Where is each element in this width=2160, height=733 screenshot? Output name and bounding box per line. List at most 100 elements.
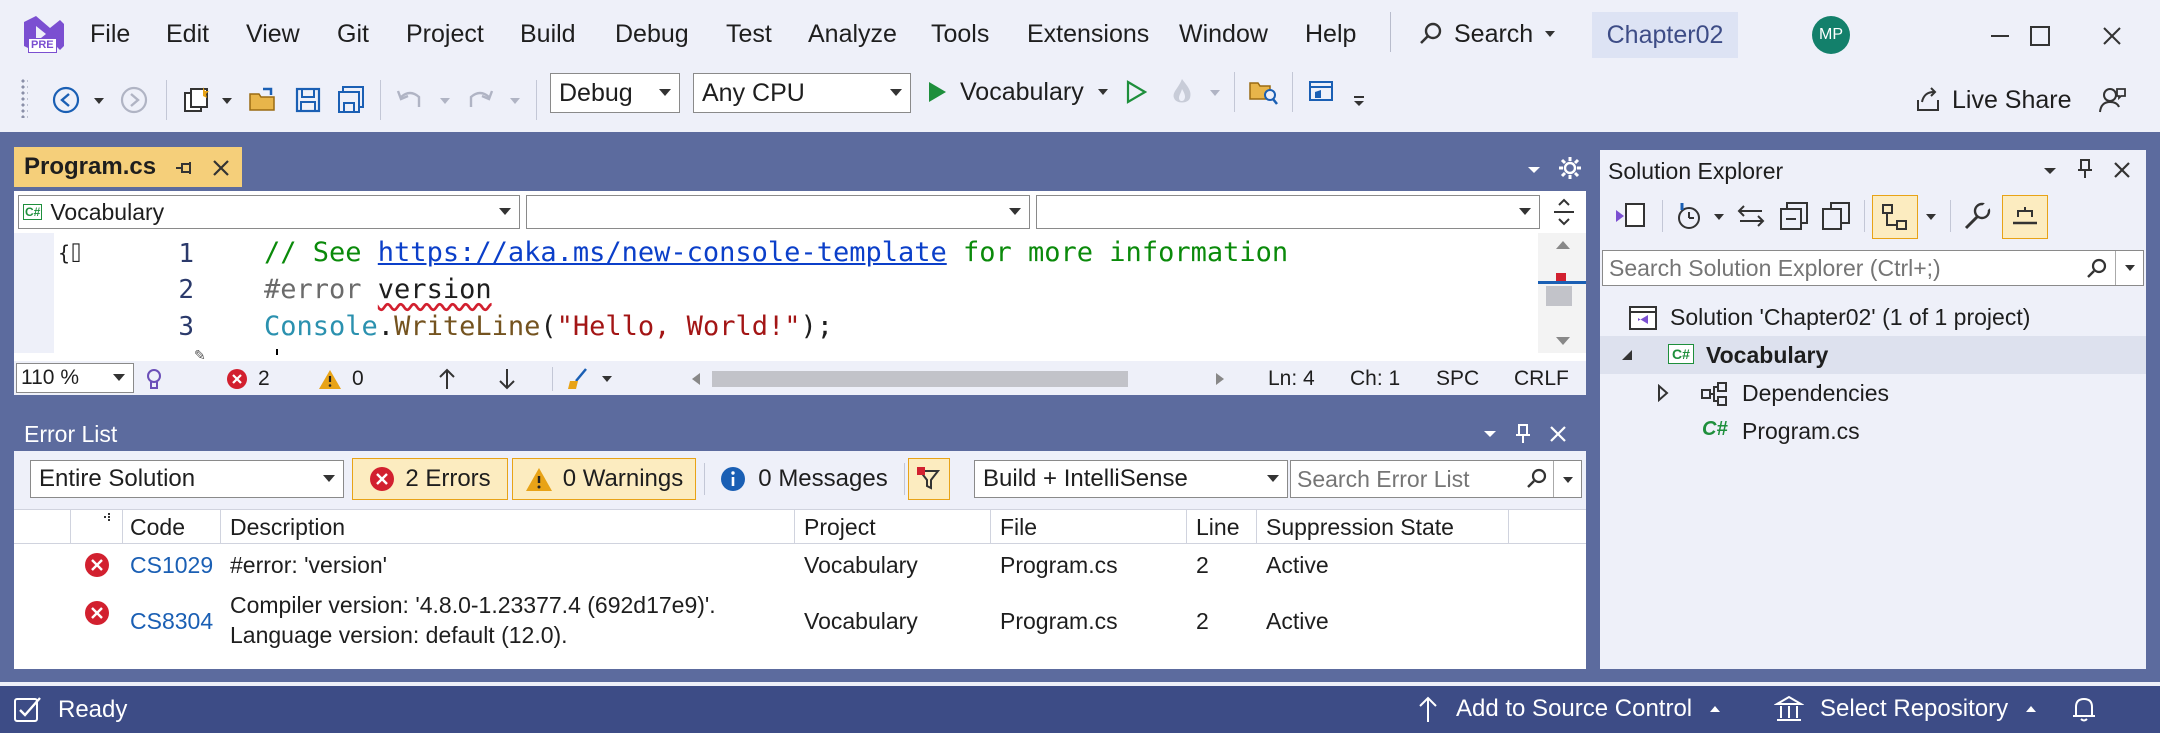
solution-search-box[interactable] xyxy=(1602,250,2144,286)
scroll-thumb[interactable] xyxy=(1546,286,1572,306)
scroll-left-icon[interactable] xyxy=(690,371,702,387)
menu-file[interactable]: File xyxy=(90,20,130,49)
member-nav-dropdown[interactable] xyxy=(1036,195,1540,229)
vertical-scrollbar[interactable] xyxy=(1538,233,1586,353)
scroll-up-icon[interactable] xyxy=(1554,239,1572,251)
expanded-arrow-icon[interactable] xyxy=(1620,348,1634,362)
chevron-down-icon[interactable] xyxy=(438,96,452,106)
menu-edit[interactable]: Edit xyxy=(166,20,209,49)
column-header-line[interactable]: Line xyxy=(1196,514,1239,541)
column-header-project[interactable]: Project xyxy=(804,514,876,541)
pin-icon[interactable] xyxy=(2076,158,2094,180)
configuration-dropdown[interactable]: Debug xyxy=(550,73,680,113)
menu-git[interactable]: Git xyxy=(337,20,369,49)
sync-with-active-document-icon[interactable] xyxy=(1736,202,1766,230)
line-indicator[interactable]: Ln: 4 xyxy=(1268,367,1315,391)
chevron-down-icon[interactable] xyxy=(508,96,522,106)
toolbox-button[interactable] xyxy=(1304,74,1340,110)
menu-project[interactable]: Project xyxy=(406,20,484,49)
collapse-all-icon[interactable] xyxy=(1778,200,1810,232)
pin-icon[interactable] xyxy=(1514,423,1532,445)
show-all-files-icon[interactable] xyxy=(1820,200,1852,232)
select-repository-button[interactable]: Select Repository xyxy=(1774,690,2038,728)
menu-extensions[interactable]: Extensions xyxy=(1027,20,1149,49)
error-indicator[interactable]: 2 xyxy=(226,365,270,393)
type-nav-dropdown[interactable] xyxy=(526,195,1030,229)
zoom-dropdown[interactable]: 110 % xyxy=(16,363,134,393)
error-search-input[interactable] xyxy=(1297,465,1527,493)
search-icon[interactable] xyxy=(1525,467,1549,491)
table-row[interactable]: CS8304 Compiler version: '4.8.0-1.23377.… xyxy=(14,590,1586,654)
tree-item-project[interactable]: C# Vocabulary xyxy=(1600,336,2146,374)
maximize-button[interactable] xyxy=(2022,18,2058,54)
menu-view[interactable]: View xyxy=(246,20,300,49)
whitespace-indicator[interactable]: SPC xyxy=(1436,367,1479,391)
error-search-box[interactable] xyxy=(1290,460,1582,498)
find-in-files-button[interactable] xyxy=(1246,74,1282,110)
live-share-button[interactable]: Live Share xyxy=(1914,80,2072,120)
feedback-button[interactable] xyxy=(2092,80,2132,120)
horizontal-scrollbar[interactable] xyxy=(686,367,1232,391)
code-editor[interactable]: C# Vocabulary {⌷ 1 2 3 // See https://ak… xyxy=(14,191,1586,395)
menu-debug[interactable]: Debug xyxy=(615,20,689,49)
redo-button[interactable] xyxy=(462,82,498,118)
menu-build[interactable]: Build xyxy=(520,20,576,49)
save-all-button[interactable] xyxy=(333,82,369,118)
start-without-debugging-button[interactable] xyxy=(1120,74,1152,110)
wrench-icon[interactable] xyxy=(1962,200,1992,232)
save-button[interactable] xyxy=(290,82,326,118)
add-to-source-control-button[interactable]: Add to Source Control xyxy=(1416,690,1722,728)
scroll-right-icon[interactable] xyxy=(1214,371,1226,387)
toolbar-grip[interactable] xyxy=(20,78,28,118)
chevron-down-icon[interactable] xyxy=(92,96,106,106)
errors-filter-button[interactable]: 2 Errors xyxy=(352,458,508,500)
code-cleanup-button[interactable] xyxy=(566,365,614,393)
messages-filter-button[interactable]: 0 Messages xyxy=(712,458,896,500)
search-button[interactable]: Search xyxy=(1418,14,1557,54)
line-ending-indicator[interactable]: CRLF xyxy=(1514,367,1569,391)
error-code-link[interactable]: CS8304 xyxy=(130,608,213,635)
column-options-icon[interactable] xyxy=(100,512,112,524)
chevron-down-icon[interactable] xyxy=(1208,88,1222,98)
collapsed-arrow-icon[interactable] xyxy=(1656,384,1670,402)
new-project-button[interactable] xyxy=(178,82,214,118)
tree-view-toggle[interactable] xyxy=(1872,195,1918,239)
chevron-down-icon[interactable] xyxy=(1712,212,1726,222)
filter-by-document-button[interactable] xyxy=(908,458,950,500)
minimize-button[interactable] xyxy=(1982,18,2018,54)
window-position-icon[interactable] xyxy=(1482,429,1498,439)
pin-icon[interactable] xyxy=(174,159,194,177)
previous-issue-icon[interactable] xyxy=(436,367,458,391)
chevron-down-icon[interactable] xyxy=(1924,212,1938,222)
start-debugging-button[interactable]: Vocabulary xyxy=(926,72,1110,112)
menu-help[interactable]: Help xyxy=(1305,20,1356,49)
warnings-filter-button[interactable]: 0 Warnings xyxy=(512,458,696,500)
intellicode-icon[interactable] xyxy=(142,367,166,391)
switch-views-icon[interactable] xyxy=(1614,200,1648,232)
solution-name-badge[interactable]: Chapter02 xyxy=(1592,12,1738,58)
menu-test[interactable]: Test xyxy=(726,20,772,49)
solution-search-input[interactable] xyxy=(1609,254,2079,282)
chevron-down-icon[interactable] xyxy=(1561,475,1575,485)
close-icon[interactable] xyxy=(1548,424,1568,444)
preview-selected-items-toggle[interactable] xyxy=(2002,195,2048,239)
chevron-down-icon[interactable] xyxy=(220,96,234,106)
menu-tools[interactable]: Tools xyxy=(931,20,989,49)
warning-indicator[interactable]: 0 xyxy=(318,365,364,393)
tree-item-dependencies[interactable]: Dependencies xyxy=(1600,374,2146,412)
split-editor-icon[interactable] xyxy=(1552,197,1576,227)
column-indicator[interactable]: Ch: 1 xyxy=(1350,367,1400,391)
gear-icon[interactable] xyxy=(1558,156,1582,180)
tree-item-solution[interactable]: Solution 'Chapter02' (1 of 1 project) xyxy=(1600,298,2146,336)
navigate-forward-button[interactable] xyxy=(116,82,152,118)
chevron-down-icon[interactable] xyxy=(2123,263,2137,273)
column-header-file[interactable]: File xyxy=(1000,514,1037,541)
tab-overflow-icon[interactable] xyxy=(1526,165,1542,175)
pending-changes-icon[interactable] xyxy=(1674,200,1704,232)
table-row[interactable]: CS1029 #error: 'version' Vocabulary Prog… xyxy=(14,546,1586,586)
platform-dropdown[interactable]: Any CPU xyxy=(693,73,911,113)
column-header-description[interactable]: Description xyxy=(230,514,345,541)
toolbar-overflow-icon[interactable] xyxy=(1352,94,1366,108)
window-position-icon[interactable] xyxy=(2042,166,2058,176)
template-link[interactable]: https://aka.ms/new-console-template xyxy=(378,237,947,268)
